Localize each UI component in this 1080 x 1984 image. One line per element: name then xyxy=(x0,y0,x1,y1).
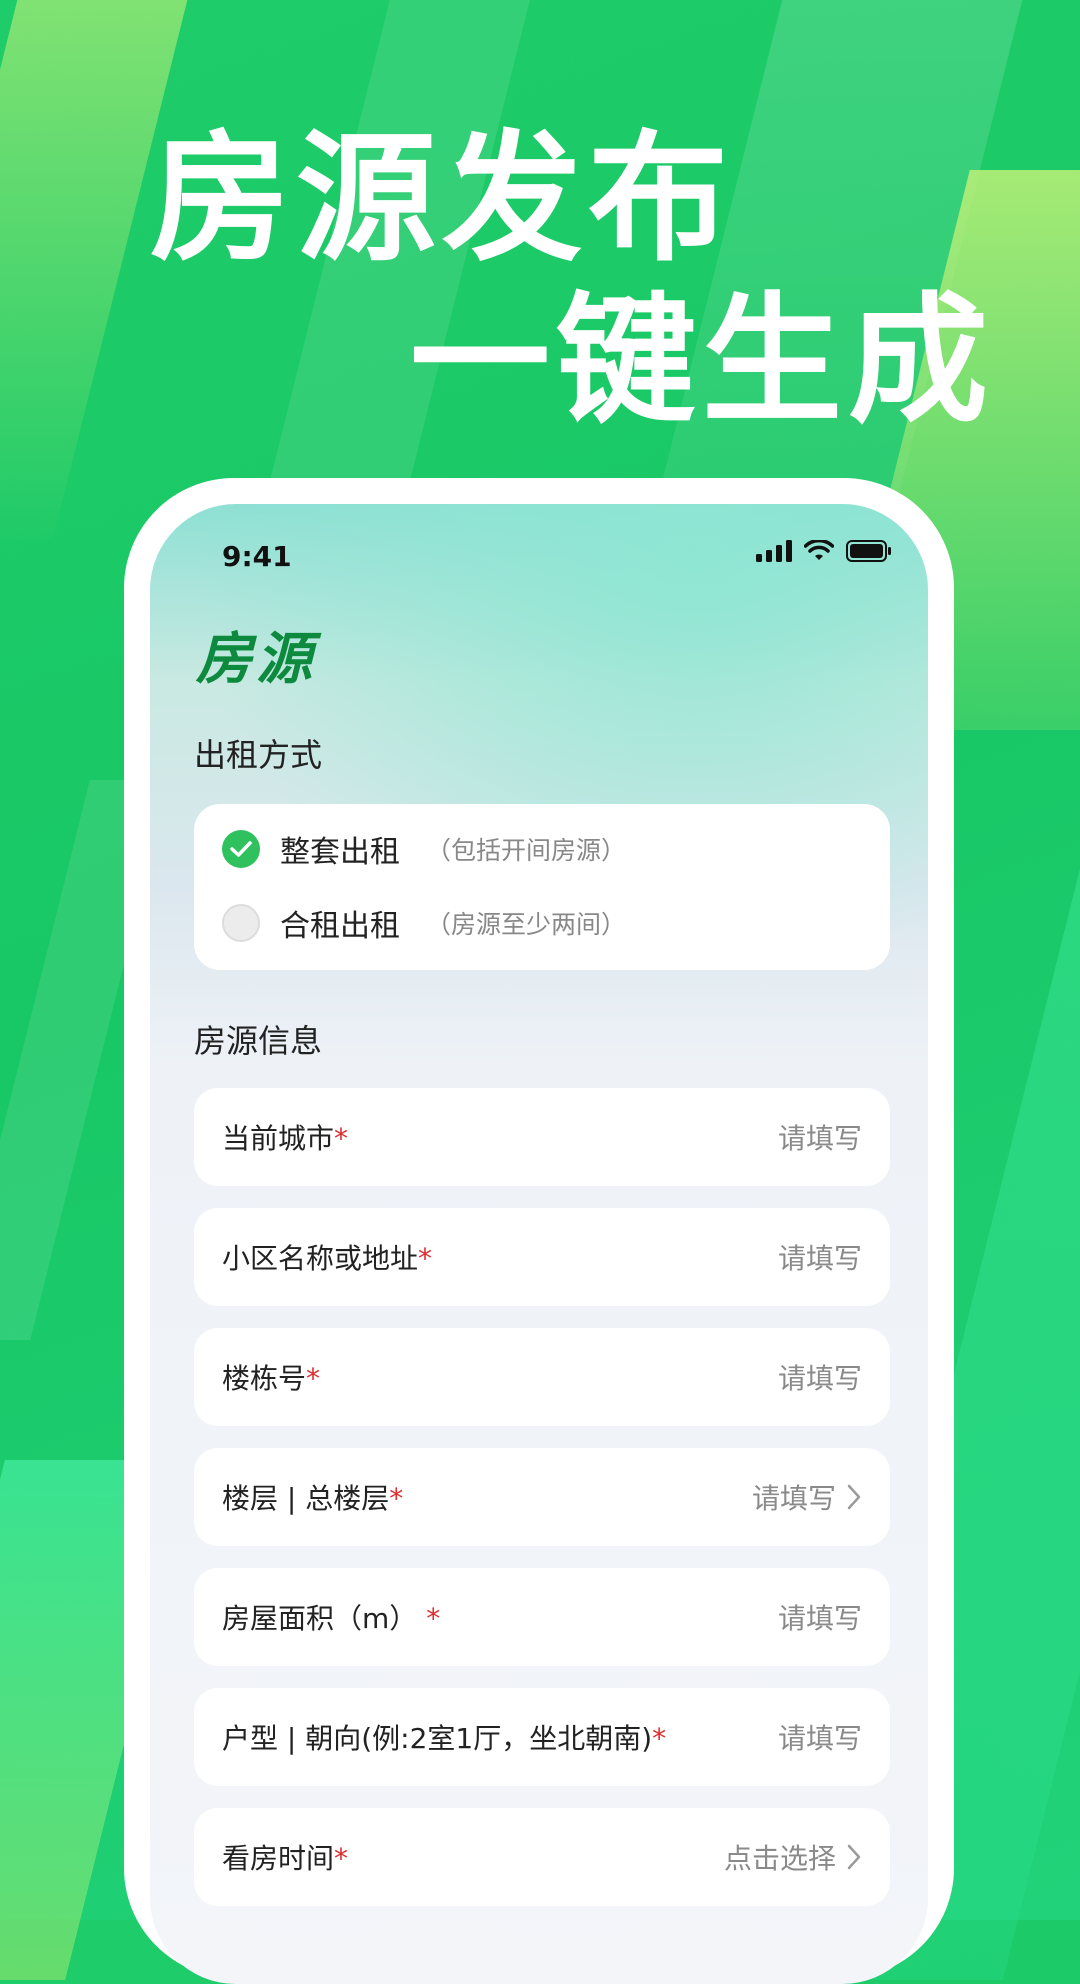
field-layout-orientation[interactable]: 户型 | 朝向(例:2室1厅，坐北朝南)* 请填写 xyxy=(194,1688,890,1786)
battery-icon xyxy=(846,540,891,562)
required-mark: * xyxy=(306,1362,321,1395)
rent-option-shared[interactable]: 合租出租 （房源至少两间） xyxy=(222,898,626,948)
rent-option-note: （包括开间房源） xyxy=(426,836,627,865)
field-placeholder: 请填写 xyxy=(751,1482,836,1515)
required-mark: * xyxy=(389,1482,404,1515)
hero-title-line1: 房源发布 xyxy=(150,118,735,281)
required-mark: * xyxy=(426,1602,441,1635)
rent-option-note: （房源至少两间） xyxy=(426,910,627,939)
field-community[interactable]: 小区名称或地址* 请填写 xyxy=(194,1208,890,1306)
rent-option-whole[interactable]: 整套出租 （包括开间房源） xyxy=(222,824,626,874)
field-placeholder: 请填写 xyxy=(777,1362,862,1395)
field-placeholder: 点击选择 xyxy=(723,1842,836,1875)
field-placeholder: 请填写 xyxy=(777,1242,862,1275)
rent-option-label: 整套出租 xyxy=(280,835,400,870)
chevron-right-icon xyxy=(847,1844,861,1870)
status-time: 9:41 xyxy=(222,540,292,573)
phone-screen: 9:41 房源 出租方式 整套出租 （包括开间房源） 合租出租 （房源至少两间）… xyxy=(150,504,928,1984)
required-mark: * xyxy=(334,1842,349,1875)
field-area[interactable]: 房屋面积（m） * 请填写 xyxy=(194,1568,890,1666)
field-label: 当前城市* xyxy=(222,1122,349,1155)
field-city[interactable]: 当前城市* 请填写 xyxy=(194,1088,890,1186)
chevron-right-icon xyxy=(847,1484,861,1510)
rent-mode-card: 整套出租 （包括开间房源） 合租出租 （房源至少两间） xyxy=(194,804,890,970)
required-mark: * xyxy=(652,1722,667,1755)
required-mark: * xyxy=(418,1242,433,1275)
field-label: 楼栋号* xyxy=(222,1362,321,1395)
field-placeholder: 请填写 xyxy=(777,1602,862,1635)
field-label: 户型 | 朝向(例:2室1厅，坐北朝南)* xyxy=(222,1722,667,1755)
field-building-number[interactable]: 楼栋号* 请填写 xyxy=(194,1328,890,1426)
radio-checked-icon[interactable] xyxy=(222,830,260,868)
signal-icon xyxy=(756,540,792,562)
required-mark: * xyxy=(334,1122,349,1155)
section-label-listing-info: 房源信息 xyxy=(194,1022,323,1060)
field-placeholder: 请填写 xyxy=(777,1722,862,1755)
wifi-icon xyxy=(804,540,834,560)
page-title: 房源 xyxy=(196,626,316,692)
field-label: 看房时间* xyxy=(222,1842,349,1875)
status-icons xyxy=(756,540,892,562)
field-label: 楼层 | 总楼层* xyxy=(222,1482,404,1515)
hero-title-line2: 一键生成 xyxy=(410,280,995,443)
field-floor[interactable]: 楼层 | 总楼层* 请填写 xyxy=(194,1448,890,1546)
section-label-rent-mode: 出租方式 xyxy=(194,736,323,774)
rent-option-label: 合租出租 xyxy=(280,909,400,944)
field-label: 房屋面积（m） * xyxy=(222,1602,441,1635)
field-viewing-time[interactable]: 看房时间* 点击选择 xyxy=(194,1808,890,1906)
field-placeholder: 请填写 xyxy=(777,1122,862,1155)
radio-unchecked-icon[interactable] xyxy=(222,904,260,942)
field-label: 小区名称或地址* xyxy=(222,1242,433,1275)
